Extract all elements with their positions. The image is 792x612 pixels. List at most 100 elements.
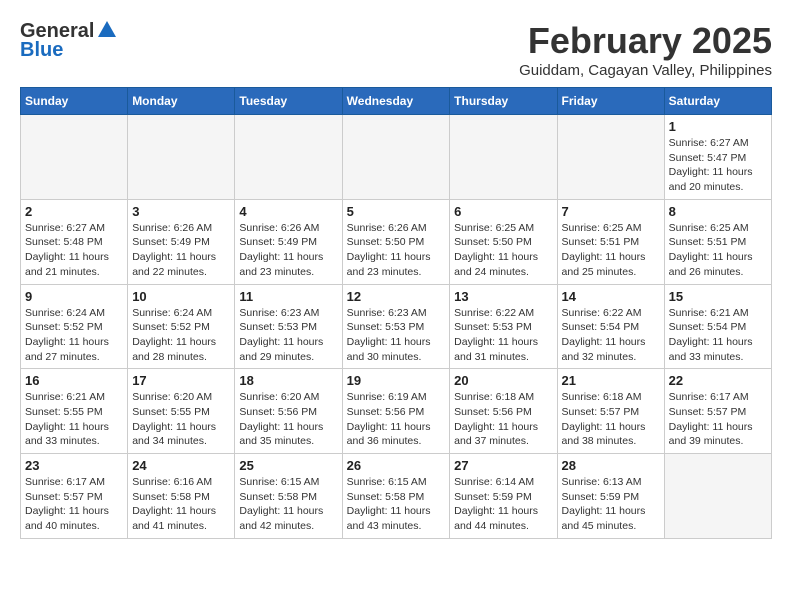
day-info: Sunrise: 6:13 AMSunset: 5:59 PMDaylight:… [562,475,660,534]
calendar-cell: 21Sunrise: 6:18 AMSunset: 5:57 PMDayligh… [557,369,664,454]
calendar-cell: 15 Sunrise: 6:21 AMSunset: 5:54 PMDayligh… [664,284,771,369]
week-row-4: 16 Sunrise: 6:21 AMSunset: 5:55 PMDayligh… [21,369,772,454]
weekday-header-tuesday: Tuesday [235,88,342,115]
calendar-cell: 10 Sunrise: 6:24 AMSunset: 5:52 PMDayligh… [128,284,235,369]
calendar-cell: 17 Sunrise: 6:20 AMSunset: 5:55 PMDayligh… [128,369,235,454]
weekday-header-row: SundayMondayTuesdayWednesdayThursdayFrid… [21,88,772,115]
calendar-cell: 4Sunrise: 6:26 AMSunset: 5:49 PMDaylight… [235,199,342,284]
calendar-cell: 14 Sunrise: 6:22 AMSunset: 5:54 PMDayligh… [557,284,664,369]
day-number: 23 [25,458,123,473]
day-info: Sunrise: 6:21 AMSunset: 5:55 PMDaylight:… [25,390,123,449]
calendar-cell: 27 Sunrise: 6:14 AMSunset: 5:59 PMDayligh… [450,454,557,539]
day-number: 27 [454,458,552,473]
weekday-header-saturday: Saturday [664,88,771,115]
day-number: 9 [25,289,123,304]
calendar-subtitle: Guiddam, Cagayan Valley, Philippines [519,62,772,79]
day-info: Sunrise: 6:18 AMSunset: 5:56 PMDaylight:… [454,390,552,449]
calendar-cell [557,115,664,200]
day-number: 19 [347,373,446,388]
calendar-cell: 28 Sunrise: 6:13 AMSunset: 5:59 PMDayligh… [557,454,664,539]
day-number: 2 [25,204,123,219]
weekday-header-friday: Friday [557,88,664,115]
calendar-cell: 2 Sunrise: 6:27 AMSunset: 5:48 PMDaylight… [21,199,128,284]
page-header: General Blue February 2025 Guiddam, Caga… [20,20,772,79]
day-info: Sunrise: 6:22 AMSunset: 5:54 PMDaylight:… [562,306,660,365]
calendar-cell: 24 Sunrise: 6:16 AMSunset: 5:58 PMDayligh… [128,454,235,539]
day-info: Sunrise: 6:15 AMSunset: 5:58 PMDaylight:… [239,475,337,534]
calendar-cell [128,115,235,200]
calendar-cell: 26Sunrise: 6:15 AMSunset: 5:58 PMDayligh… [342,454,450,539]
day-info: Sunrise: 6:22 AMSunset: 5:53 PMDaylight:… [454,306,552,365]
day-info: Sunrise: 6:16 AMSunset: 5:58 PMDaylight:… [132,475,230,534]
day-info: Sunrise: 6:26 AMSunset: 5:49 PMDaylight:… [132,221,230,280]
day-number: 25 [239,458,337,473]
day-number: 5 [347,204,446,219]
calendar-table: SundayMondayTuesdayWednesdayThursdayFrid… [20,87,772,539]
day-info: Sunrise: 6:23 AMSunset: 5:53 PMDaylight:… [347,306,446,365]
calendar-cell: 3 Sunrise: 6:26 AMSunset: 5:49 PMDaylight… [128,199,235,284]
calendar-cell: 19Sunrise: 6:19 AMSunset: 5:56 PMDayligh… [342,369,450,454]
logo: General Blue [20,20,118,62]
day-info: Sunrise: 6:27 AMSunset: 5:47 PMDaylight:… [669,136,767,195]
day-number: 21 [562,373,660,388]
weekday-header-thursday: Thursday [450,88,557,115]
day-number: 18 [239,373,337,388]
day-number: 26 [347,458,446,473]
week-row-2: 2 Sunrise: 6:27 AMSunset: 5:48 PMDaylight… [21,199,772,284]
day-info: Sunrise: 6:24 AMSunset: 5:52 PMDaylight:… [25,306,123,365]
day-number: 12 [347,289,446,304]
calendar-title: February 2025 [519,20,772,62]
week-row-1: 1 Sunrise: 6:27 AMSunset: 5:47 PMDaylight… [21,115,772,200]
calendar-cell: 8 Sunrise: 6:25 AMSunset: 5:51 PMDaylight… [664,199,771,284]
day-number: 24 [132,458,230,473]
calendar-cell: 11 Sunrise: 6:23 AMSunset: 5:53 PMDayligh… [235,284,342,369]
day-number: 28 [562,458,660,473]
calendar-cell [450,115,557,200]
calendar-cell: 22Sunrise: 6:17 AMSunset: 5:57 PMDayligh… [664,369,771,454]
calendar-cell [664,454,771,539]
day-number: 10 [132,289,230,304]
day-info: Sunrise: 6:20 AMSunset: 5:56 PMDaylight:… [239,390,337,449]
day-number: 15 [669,289,767,304]
day-info: Sunrise: 6:24 AMSunset: 5:52 PMDaylight:… [132,306,230,365]
day-info: Sunrise: 6:25 AMSunset: 5:50 PMDaylight:… [454,221,552,280]
day-number: 22 [669,373,767,388]
calendar-cell [235,115,342,200]
day-info: Sunrise: 6:20 AMSunset: 5:55 PMDaylight:… [132,390,230,449]
day-number: 17 [132,373,230,388]
day-number: 1 [669,119,767,134]
calendar-cell: 25 Sunrise: 6:15 AMSunset: 5:58 PMDayligh… [235,454,342,539]
day-info: Sunrise: 6:21 AMSunset: 5:54 PMDaylight:… [669,306,767,365]
calendar-cell: 18 Sunrise: 6:20 AMSunset: 5:56 PMDayligh… [235,369,342,454]
day-info: Sunrise: 6:27 AMSunset: 5:48 PMDaylight:… [25,221,123,280]
day-number: 16 [25,373,123,388]
day-info: Sunrise: 6:14 AMSunset: 5:59 PMDaylight:… [454,475,552,534]
day-info: Sunrise: 6:26 AMSunset: 5:50 PMDaylight:… [347,221,446,280]
week-row-5: 23 Sunrise: 6:17 AMSunset: 5:57 PMDayligh… [21,454,772,539]
day-info: Sunrise: 6:25 AMSunset: 5:51 PMDaylight:… [562,221,660,280]
day-info: Sunrise: 6:23 AMSunset: 5:53 PMDaylight:… [239,306,337,365]
day-number: 14 [562,289,660,304]
day-number: 6 [454,204,552,219]
calendar-cell: 9 Sunrise: 6:24 AMSunset: 5:52 PMDaylight… [21,284,128,369]
day-info: Sunrise: 6:17 AMSunset: 5:57 PMDaylight:… [25,475,123,534]
weekday-header-wednesday: Wednesday [342,88,450,115]
title-section: February 2025 Guiddam, Cagayan Valley, P… [519,20,772,79]
logo-icon [96,19,118,41]
calendar-cell: 20Sunrise: 6:18 AMSunset: 5:56 PMDayligh… [450,369,557,454]
calendar-cell: 5 Sunrise: 6:26 AMSunset: 5:50 PMDaylight… [342,199,450,284]
calendar-cell: 13 Sunrise: 6:22 AMSunset: 5:53 PMDayligh… [450,284,557,369]
weekday-header-monday: Monday [128,88,235,115]
calendar-cell: 1 Sunrise: 6:27 AMSunset: 5:47 PMDaylight… [664,115,771,200]
day-number: 8 [669,204,767,219]
calendar-cell: 12 Sunrise: 6:23 AMSunset: 5:53 PMDayligh… [342,284,450,369]
day-number: 13 [454,289,552,304]
day-info: Sunrise: 6:25 AMSunset: 5:51 PMDaylight:… [669,221,767,280]
day-number: 3 [132,204,230,219]
day-number: 11 [239,289,337,304]
week-row-3: 9 Sunrise: 6:24 AMSunset: 5:52 PMDaylight… [21,284,772,369]
calendar-cell: 16 Sunrise: 6:21 AMSunset: 5:55 PMDayligh… [21,369,128,454]
calendar-cell: 23 Sunrise: 6:17 AMSunset: 5:57 PMDayligh… [21,454,128,539]
calendar-cell: 6 Sunrise: 6:25 AMSunset: 5:50 PMDaylight… [450,199,557,284]
calendar-cell [342,115,450,200]
